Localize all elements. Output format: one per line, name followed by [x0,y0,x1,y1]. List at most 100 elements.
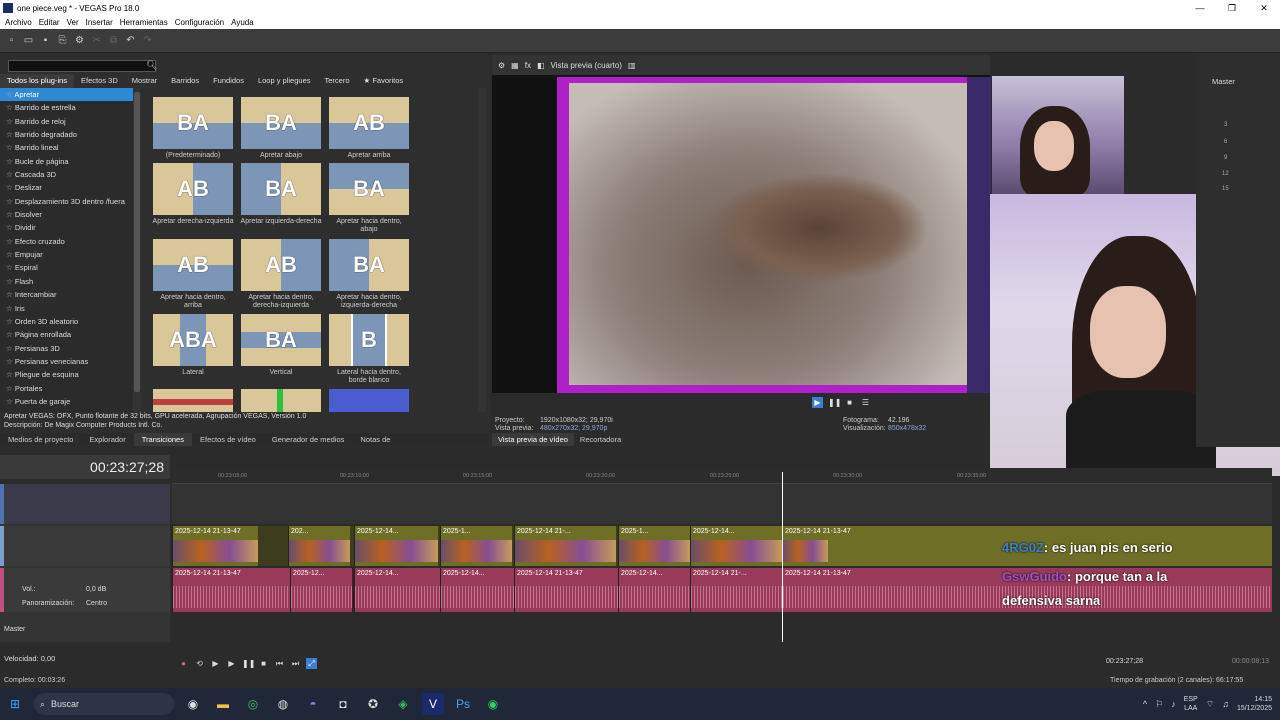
discord-icon[interactable]: ◓ [302,693,324,715]
video-clip[interactable]: 2025-12-14... [690,526,782,566]
tab-show[interactable]: Mostrar [125,74,164,88]
preset-tile[interactable]: BA Vertical [240,314,322,377]
tab-3d-effects[interactable]: Efectos 3D [74,74,125,88]
timeline-ruler[interactable]: 00:23:05;00 00:23:10;00 00:23:15;00 00:2… [172,468,1272,484]
preset-tile[interactable]: ABA Lateral [152,314,234,377]
tab-wipes[interactable]: Barridos [164,74,206,88]
preset-tile[interactable]: AB Apretar derecha-izquierda [152,163,234,226]
preset-tile[interactable] [240,389,322,412]
list-item[interactable]: Empujar [0,248,134,261]
overlays-icon[interactable]: ▥ [628,61,636,70]
cut-icon[interactable]: ✂ [91,35,102,46]
menu-ver[interactable]: Ver [67,18,79,27]
video-track-header-1[interactable] [0,484,170,524]
vegas-taskbar-icon[interactable]: V [422,693,444,715]
menu-configuracion[interactable]: Configuración [175,18,224,27]
volume-icon[interactable]: ♫ [1222,699,1229,709]
list-item[interactable]: Página enrollada [0,328,134,341]
video-clip[interactable]: 2025-1... [618,526,690,566]
preset-tile[interactable]: AB Apretar arriba [328,97,410,160]
tab-video-fx[interactable]: Efectos de vídeo [192,433,264,446]
audio-clip[interactable]: 2025-12-14... [354,568,440,612]
undo-icon[interactable]: ↶ [125,35,136,46]
tab-media-generators[interactable]: Generador de medios [264,433,353,446]
list-item[interactable]: Persianas venecianas [0,355,134,368]
video-clip[interactable]: 2025-12-14 21-13-47 [172,526,258,566]
minimize-button[interactable]: — [1184,3,1216,14]
timeline-playhead[interactable] [782,472,783,642]
preset-tile[interactable]: AB Apretar hacia dentro, derecha-izquier… [240,239,322,310]
tab-video-preview[interactable]: Vista previa de vídeo [492,433,574,446]
list-item[interactable]: Desplazamiento 3D dentro /fuera [0,195,134,208]
list-item[interactable]: Apretar [0,88,134,102]
preview-quality-dropdown[interactable]: Vista previa (cuarto) [551,61,622,70]
tab-project-media[interactable]: Medios de proyecto [0,433,81,446]
tab-fades[interactable]: Fundidos [206,74,251,88]
preset-tile[interactable]: BA (Predeterminado) [152,97,234,160]
list-item[interactable]: Espiral [0,261,134,274]
github-icon[interactable]: ◉ [182,693,204,715]
list-item[interactable]: Barrido lineal [0,141,134,154]
video-clip[interactable]: 2025-12-14 21-... [514,526,616,566]
menu-archivo[interactable]: Archivo [5,18,32,27]
list-item[interactable]: Dividir [0,221,134,234]
windows-start-icon[interactable]: ⊞ [4,693,26,715]
list-item[interactable]: Flash [0,275,134,288]
tab-explorer[interactable]: Explorador [81,433,133,446]
maximize-button[interactable]: ❐ [1216,3,1248,14]
taskbar-search[interactable]: ⌕ Buscar [34,693,174,715]
preview-settings-gear-icon[interactable]: ⚙ [498,61,505,70]
list-item[interactable]: Persianas 3D [0,342,134,355]
clock-time[interactable]: 14:15 [1237,695,1272,704]
audio-clip[interactable]: 2025-12-14 21-13-47 [172,568,290,612]
list-item[interactable]: Cascada 3D [0,168,134,181]
redo-icon[interactable]: ↷ [142,35,153,46]
tab-all-plugins[interactable]: Todos los plug-ins [0,74,75,88]
menu-ayuda[interactable]: Ayuda [231,18,254,27]
microphone-icon[interactable]: ♪ [1171,699,1176,709]
stop-icon[interactable]: ■ [258,658,269,669]
menu-editar[interactable]: Editar [39,18,60,27]
spotify-icon[interactable]: ◉ [482,693,504,715]
search-icon[interactable]: 🔍︎ [146,60,157,71]
list-item[interactable]: Barrido de reloj [0,115,134,128]
list-item[interactable]: Puerta de garaje [0,395,134,408]
list-item[interactable]: Efecto cruzado [0,235,134,248]
tab-notes[interactable]: Notas de [352,433,398,446]
copy-icon[interactable]: ⧉ [108,35,119,46]
audio-clip[interactable]: 2025-12... [290,568,352,612]
play-from-start-icon[interactable]: ▶ [210,658,221,669]
preset-tile[interactable]: AB Apretar hacia dentro, arriba [152,239,234,310]
preset-tile[interactable]: BA Apretar hacia dentro, abajo [328,163,410,234]
loop-icon[interactable]: ⟲ [194,658,205,669]
preset-tile[interactable] [328,389,410,412]
grid-scrollbar[interactable] [478,88,486,412]
new-file-icon[interactable]: ▫ [6,35,17,46]
menu-icon[interactable]: ☰ [860,397,871,408]
video-track-1[interactable] [172,484,1272,524]
list-item[interactable]: Barrido de estrella [0,101,134,114]
tab-favorites[interactable]: ★ Favoritos [357,74,411,88]
plugin-search-input[interactable] [8,60,156,72]
list-item[interactable]: Barrido degradado [0,128,134,141]
audio-clip[interactable]: 2025-12-14 21-13-47 [514,568,618,612]
split-screen-icon[interactable]: ◧ [537,61,545,70]
lang-label-2[interactable]: LAA [1184,704,1198,713]
menu-insertar[interactable]: Insertar [86,18,113,27]
fx-icon[interactable]: fx [525,61,531,70]
master-track-header[interactable]: Master [0,624,170,638]
go-to-start-icon[interactable]: ⏮ [274,658,285,669]
photoshop-icon[interactable]: Ps [452,693,474,715]
lang-label[interactable]: ESP [1184,695,1198,704]
close-button[interactable]: ✕ [1248,3,1280,14]
tray-icon[interactable]: ⚐ [1155,699,1163,710]
menu-herramientas[interactable]: Herramientas [120,18,168,27]
preset-tile[interactable]: B Lateral hacia dentro, borde blanco [328,314,410,385]
pause-icon[interactable]: ❚❚ [828,397,841,408]
list-scrollbar[interactable] [133,88,141,412]
list-item[interactable]: Portales [0,382,134,395]
video-track-header-2[interactable] [0,526,170,566]
video-clip[interactable]: 202... [288,526,350,566]
audio-track-header[interactable]: Vol.: 0,0 dB Panoramización: Centro [0,568,170,612]
play-icon[interactable]: ▶ [812,397,823,408]
